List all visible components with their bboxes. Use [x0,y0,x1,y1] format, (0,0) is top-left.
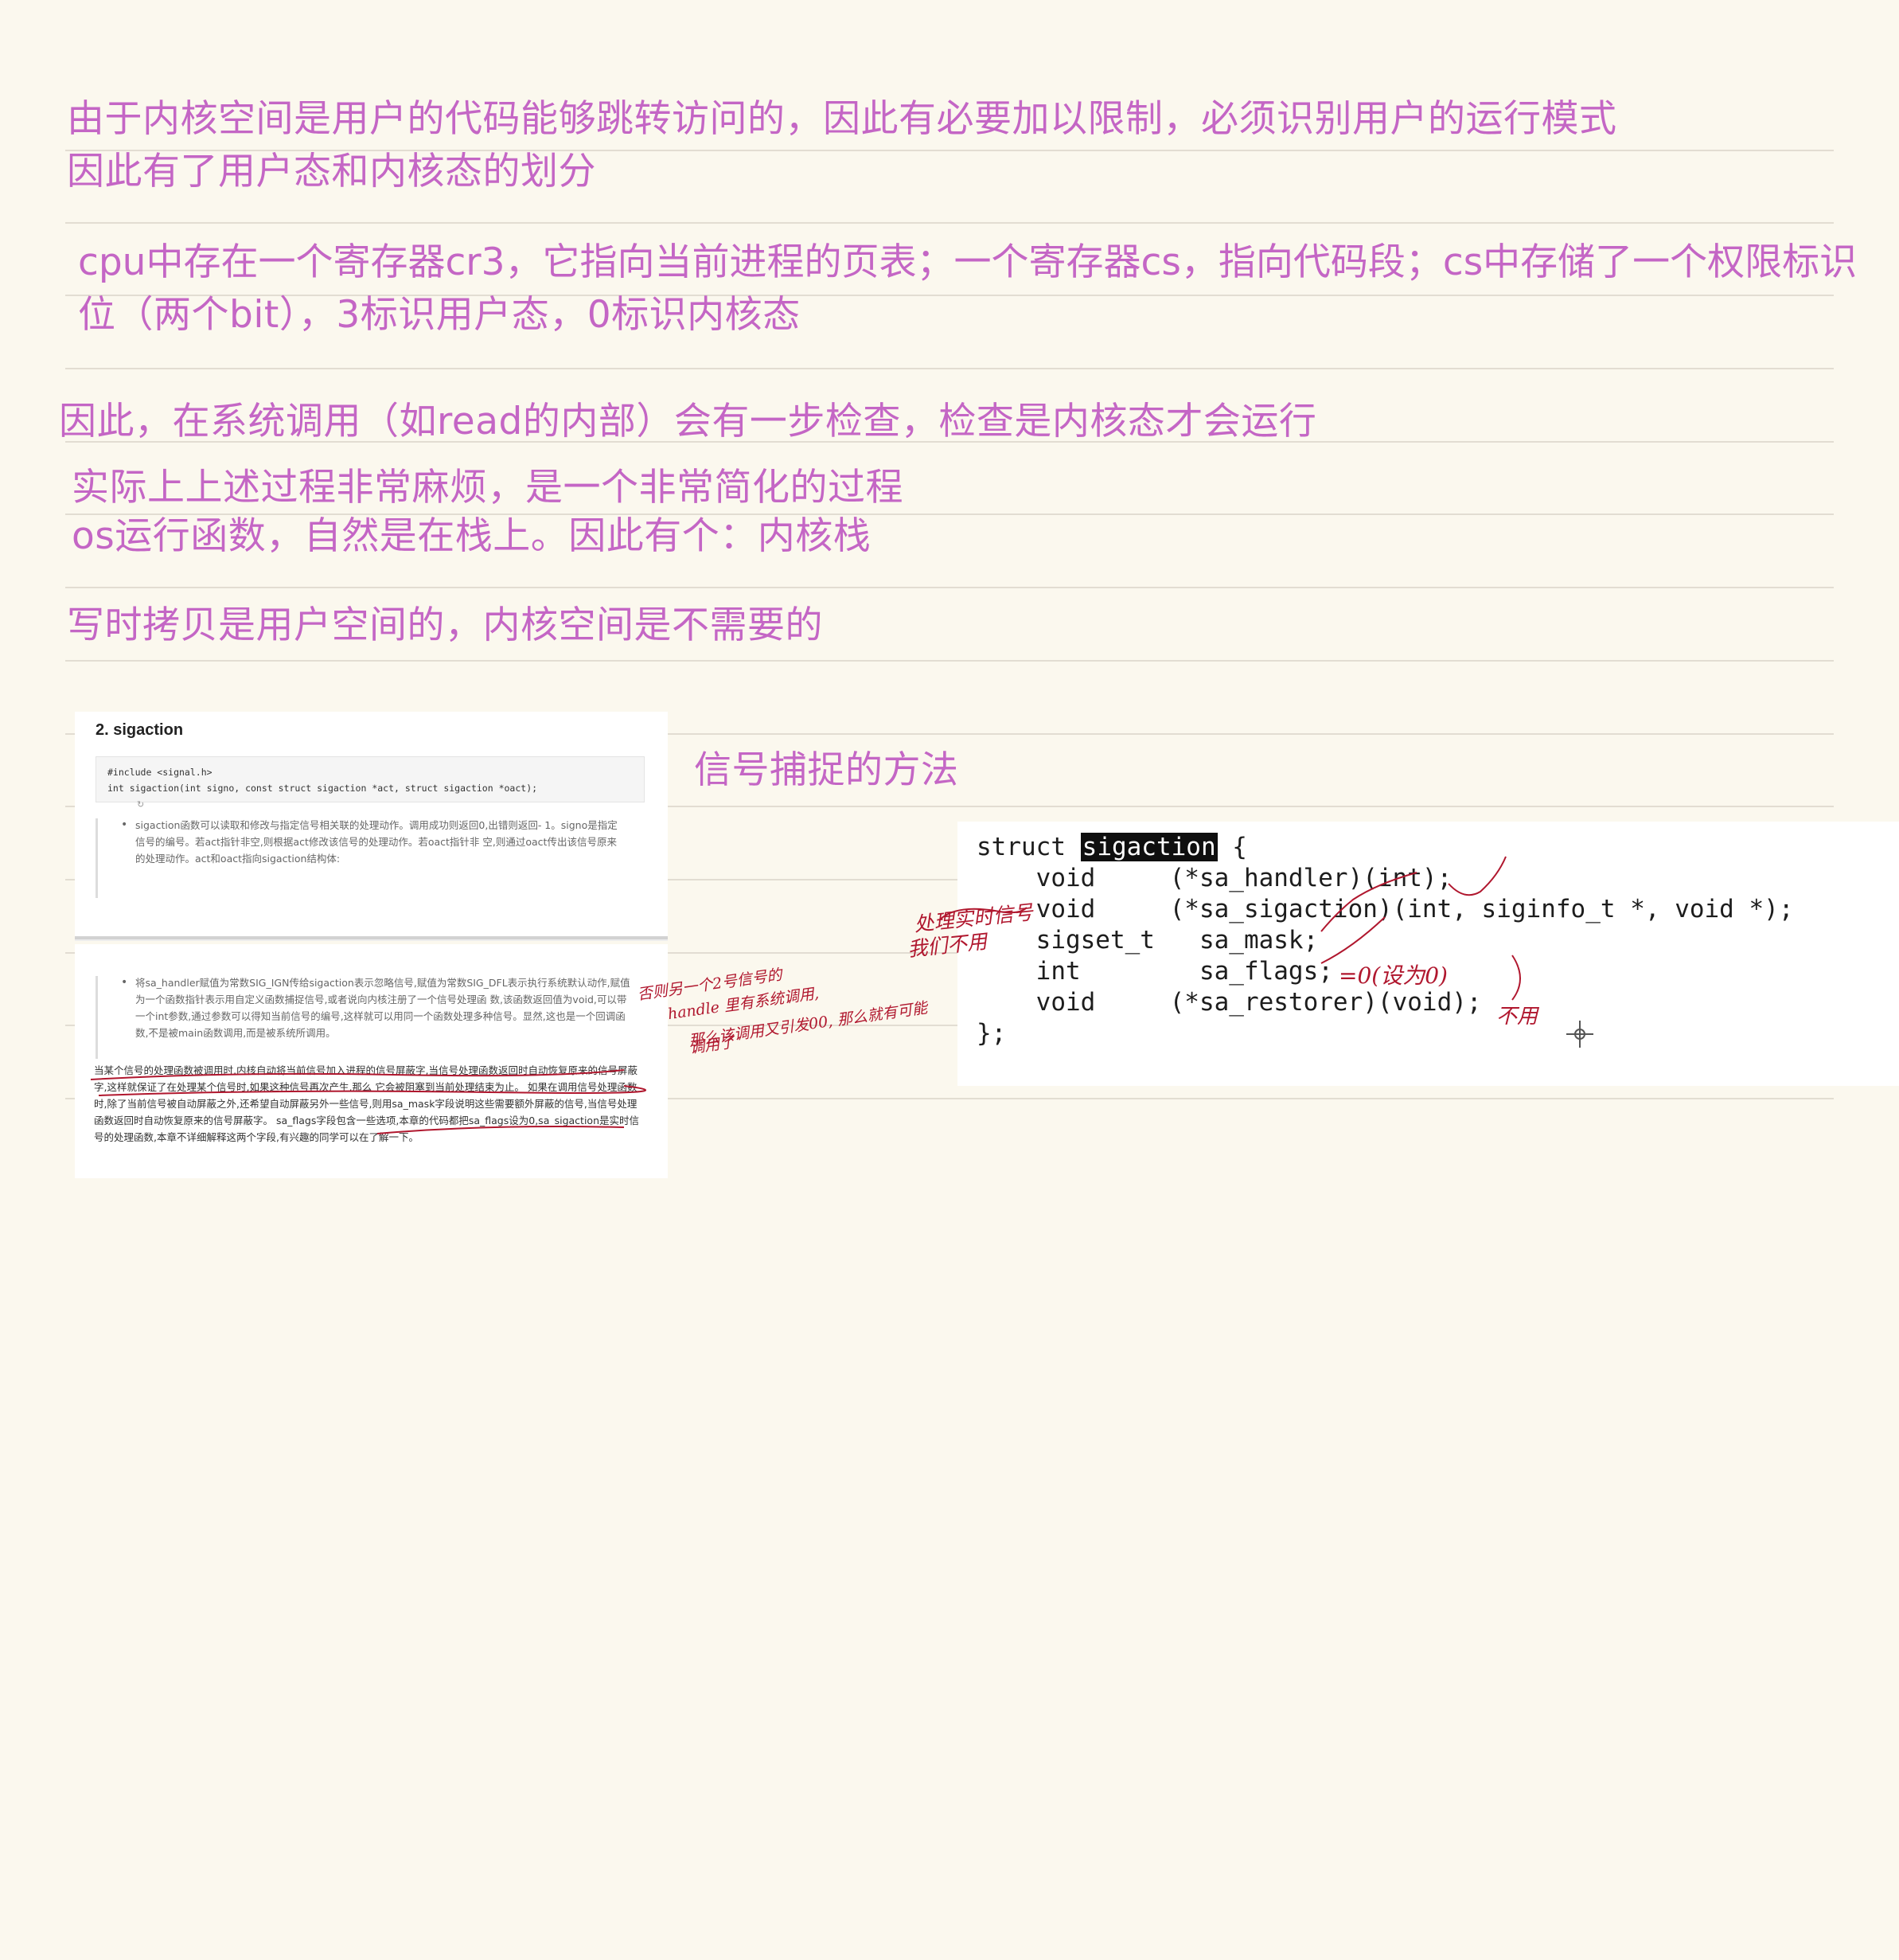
note-line-4: 位（两个bit），3标识用户态，0标识内核态 [78,293,801,337]
doc-heading: 2. sigaction [96,721,184,739]
doc-screenshot-bottom: • 将sa_handler赋值为常数SIG_IGN传给sigaction表示忽略… [75,944,929,1178]
checkmark-annotations [938,856,1521,1001]
note-line-1: 由于内核空间是用户的代码能够跳转访问的，因此有必要加以限制，必须识别用户的运行模… [67,97,1617,141]
note-line-5: 因此，在系统调用（如read的内部）会有一步检查，检查是内核态才会运行 [59,400,1317,443]
ruled-line [65,587,1834,588]
quote-bar [96,818,98,898]
ruled-line [65,222,1834,224]
cursor-icon: ↻ [137,799,145,810]
doc-bullet-1: sigaction函数可以读取和修改与指定信号相关联的处理动作。调用成功则返回0… [135,819,618,865]
ruled-line [65,368,1834,369]
handwritten-note: =0(设为0) [1339,962,1448,989]
divider [75,939,668,941]
crosshair-cursor-icon [1566,1021,1593,1048]
ruled-line [65,660,1834,662]
doc-screenshot-top: 2. sigaction #include <signal.h> int sig… [75,712,668,939]
red-underline-annotation [90,1069,647,1134]
code-snippet-box: #include <signal.h> int sigaction(int si… [96,756,645,802]
code-line: int sigaction(int signo, const struct si… [107,783,538,794]
note-line-7: os运行函数，自然是在栈上。因此有个：内核栈 [72,514,872,558]
note-line-8: 写时拷贝是用户空间的，内核空间是不需要的 [67,603,823,647]
note-line-3: cpu中存在一个寄存器cr3，它指向当前进程的页表；一个寄存器cs，指向代码段；… [78,240,1858,284]
doc-screenshot: 2. sigaction #include <signal.h> int sig… [75,712,929,1960]
note-line-6: 实际上上述过程非常麻烦，是一个非常简化的过程 [72,466,903,510]
note-line-9: 信号捕捉的方法 [694,748,959,792]
note-line-2: 因此有了用户态和内核态的划分 [67,150,596,193]
handwritten-note: 不用 [1496,1005,1538,1029]
code-line: #include <signal.h> [107,767,213,778]
bullet-icon: • [121,818,128,831]
